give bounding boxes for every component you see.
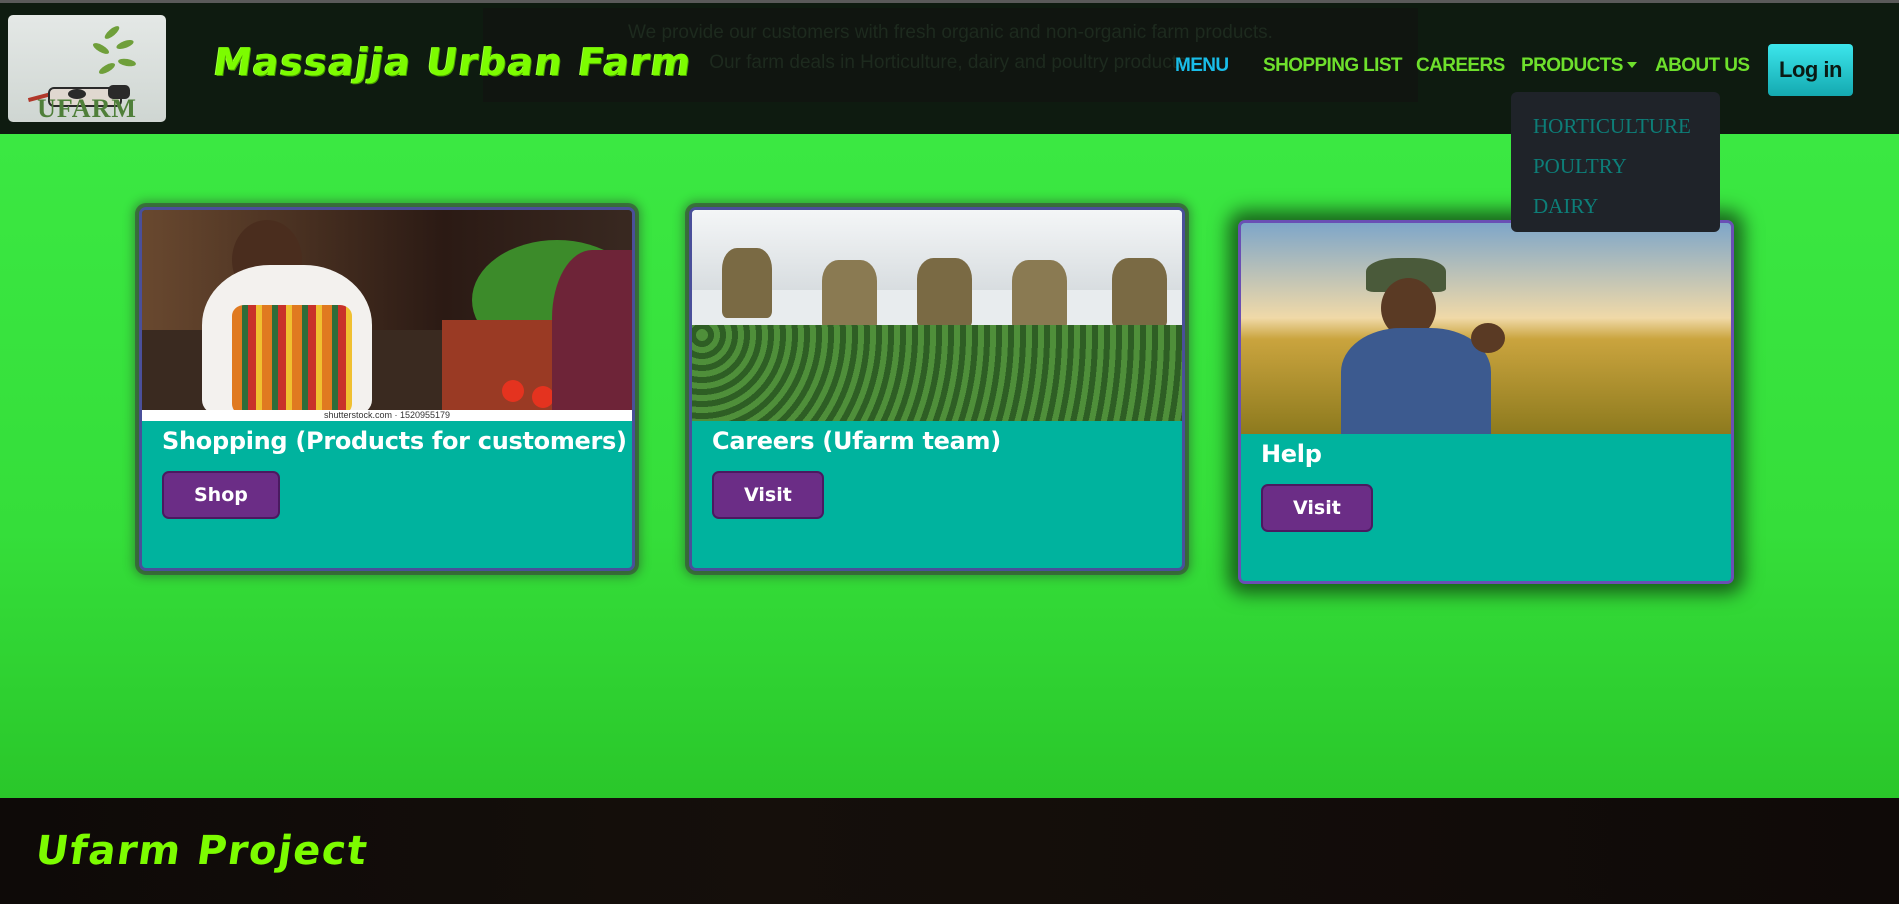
dropdown-item-poultry[interactable]: POULTRY — [1511, 146, 1720, 186]
dropdown-item-dairy[interactable]: DAIRY — [1511, 186, 1720, 226]
products-dropdown-menu: HORTICULTURE POULTRY DAIRY — [1511, 92, 1720, 232]
nav-careers[interactable]: CAREERS — [1416, 55, 1505, 77]
help-visit-button[interactable]: Visit — [1261, 484, 1373, 532]
card-title: Careers (Ufarm team) — [712, 427, 1001, 455]
shop-button[interactable]: Shop — [162, 471, 280, 519]
nav-products-label: PRODUCTS — [1521, 55, 1623, 76]
logo-text: UFARM — [37, 94, 137, 122]
ufarm-logo[interactable]: UFARM — [8, 15, 166, 122]
footer-title: Ufarm Project — [32, 828, 372, 874]
card-image-market-vendor: shutterstock.com · 1520955179 — [142, 210, 632, 421]
card-title: Shopping (Products for customers) — [162, 427, 627, 455]
leaf-icon — [102, 24, 122, 41]
card-title: Help — [1261, 440, 1322, 468]
nav-products[interactable]: PRODUCTS — [1521, 55, 1637, 77]
caret-down-icon — [1626, 62, 1637, 68]
careers-visit-button[interactable]: Visit — [712, 471, 824, 519]
site-footer: Ufarm Project — [0, 798, 1899, 904]
site-title: Massajja Urban Farm — [210, 40, 696, 84]
leaf-icon — [97, 60, 117, 77]
main-content: shutterstock.com · 1520955179 Shopping (… — [0, 134, 1899, 798]
leaf-icon — [91, 40, 111, 57]
nav-shopping-list[interactable]: SHOPPING LIST — [1263, 55, 1403, 77]
card-help: Help Visit — [1238, 220, 1734, 584]
dropdown-item-horticulture[interactable]: HORTICULTURE — [1511, 106, 1720, 146]
nav-about-us[interactable]: ABOUT US — [1655, 55, 1750, 77]
image-caption: shutterstock.com · 1520955179 — [142, 410, 632, 421]
nav-menu[interactable]: MENU — [1175, 55, 1229, 77]
card-shopping: shutterstock.com · 1520955179 Shopping (… — [139, 207, 635, 571]
leaf-icon — [117, 57, 137, 68]
card-careers: Careers (Ufarm team) Visit — [689, 207, 1185, 571]
login-button[interactable]: Log in — [1768, 44, 1853, 96]
leaf-icon — [115, 38, 135, 51]
card-image-farmer-field — [1241, 223, 1731, 434]
card-image-farm-team — [692, 210, 1182, 421]
